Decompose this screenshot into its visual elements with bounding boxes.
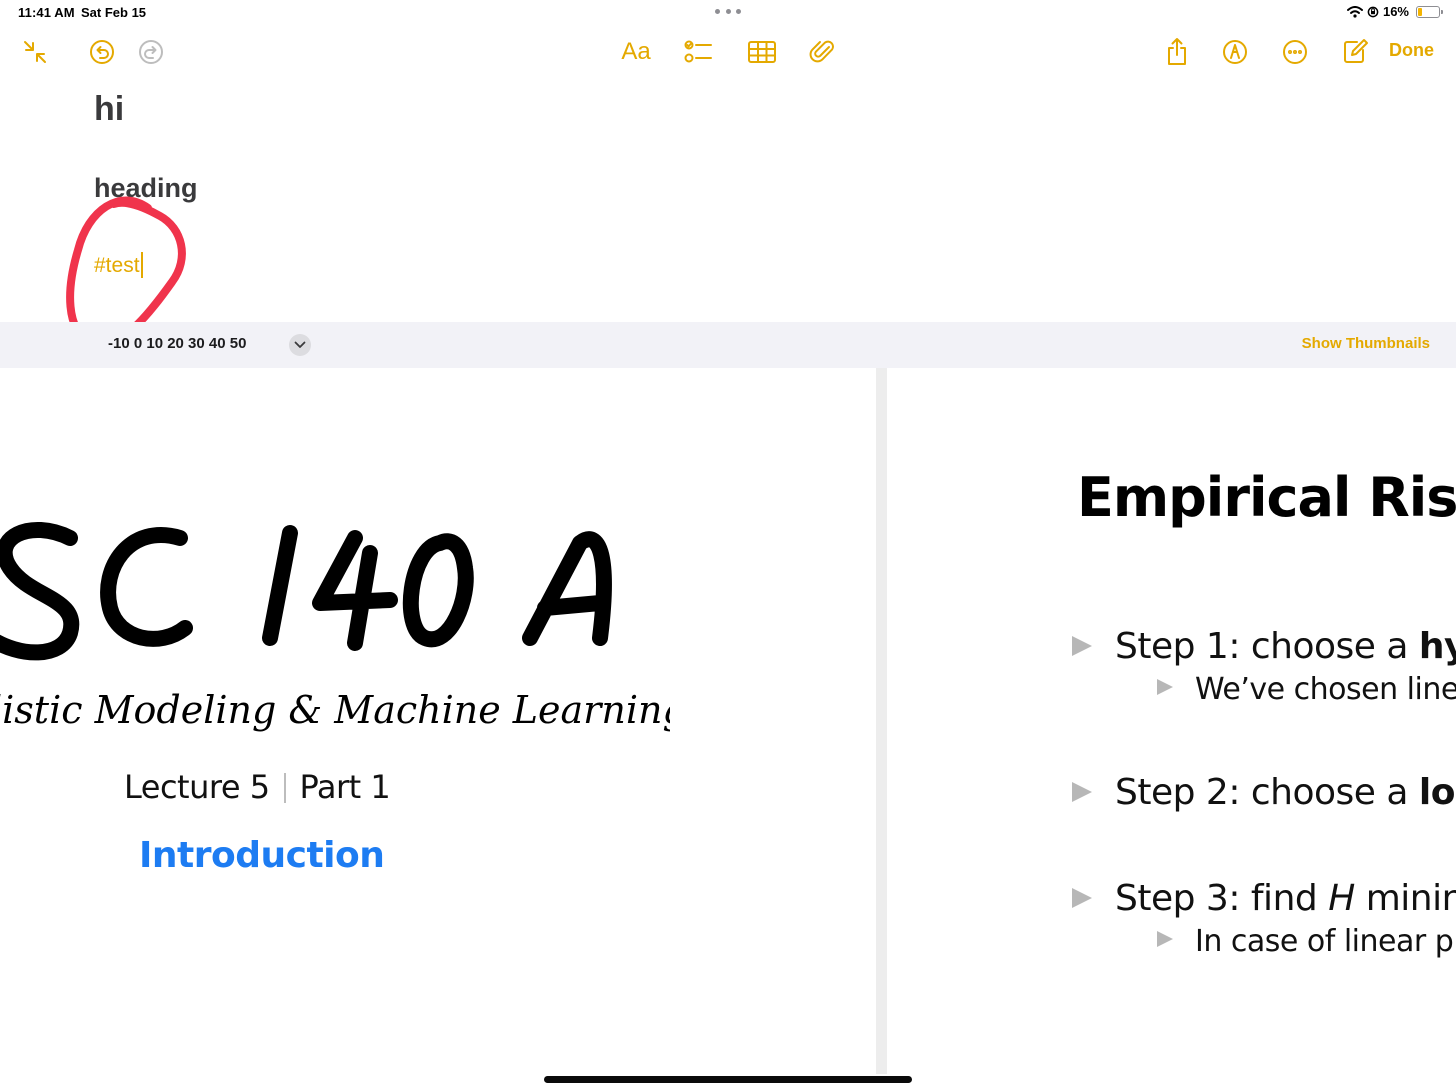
bullet-variable: H [1328,878,1355,919]
table-icon [748,41,776,63]
done-button[interactable]: Done [1389,40,1434,61]
home-indicator[interactable] [544,1076,912,1083]
status-time: 11:41 AM [18,5,75,20]
format-button[interactable]: Aa [618,34,654,70]
more-icon [1283,40,1307,64]
show-thumbnails-button[interactable]: Show Thumbnails [1302,335,1430,352]
pdf-viewer[interactable]: listic Modeling & Machine Learning Lectu… [0,368,1456,1074]
redo-button[interactable] [135,34,167,70]
status-date: Sat Feb 15 [81,5,147,20]
lecture-number: Lecture 5 [124,768,270,806]
compose-icon [1344,39,1368,63]
lecture-topic: Introduction [139,835,385,876]
note-title[interactable]: hi [94,90,124,129]
compose-button[interactable] [1340,34,1370,70]
slide-subbullet-step1: We’ve chosen line [1157,672,1456,707]
pdf-options-button[interactable] [289,334,311,356]
bullet-text: Step 1: choose a [1115,626,1419,667]
share-icon [1168,38,1186,65]
pdf-page-title-slide: listic Modeling & Machine Learning Lectu… [0,368,876,1074]
pdf-file-name[interactable]: -10 0 10 20 30 40 50 [108,335,246,352]
bullet-triangle-icon [1072,636,1092,656]
pdf-page-content-slide: Empirical Risk Step 1: choose a hy We’ve… [887,368,1456,1074]
redo-icon [139,40,163,64]
attach-button[interactable] [808,34,838,70]
slide-bullet-step3: Step 3: find H minin [1072,878,1456,919]
bullet-triangle-icon [1072,888,1092,908]
bullet-emphasis: hy [1418,626,1456,667]
lecture-part: Part 1 [299,768,391,806]
slide-bullet-step1: Step 1: choose a hy [1072,626,1456,667]
bullet-triangle-icon [1072,782,1092,802]
slide-title: Empirical Risk [1077,466,1456,529]
markup-pen-icon [1223,40,1247,64]
markup-button[interactable] [1220,34,1250,70]
lecture-label: Lecture 5 Part 1 [124,768,391,806]
paperclip-icon [809,40,834,63]
collapse-button[interactable] [20,34,50,70]
subbullet-text: In case of linear p [1195,924,1454,959]
undo-icon [90,40,114,64]
slide-subbullet-step3: In case of linear p [1157,924,1454,959]
format-label: Aa [621,38,651,65]
course-subtitle: listic Modeling & Machine Learning [0,688,670,732]
table-button[interactable] [746,34,778,70]
chevron-down-icon [294,341,306,348]
bullet-emphasis: lo [1418,772,1456,813]
subbullet-text: We’ve chosen line [1195,672,1456,707]
bullet-triangle-icon [1157,679,1173,695]
bullet-triangle-icon [1157,931,1173,947]
multitasking-menu[interactable] [715,9,741,15]
bullet-text: Step 2: choose a [1115,772,1419,813]
collapse-icon [24,41,46,63]
orientation-lock-icon [1367,6,1379,17]
course-logo-handwritten: listic Modeling & Machine Learning [0,522,670,732]
wifi-icon [1346,5,1363,18]
undo-button[interactable] [86,34,118,70]
status-indicators: 16% [1346,4,1443,19]
battery-icon [1416,5,1443,18]
more-button[interactable] [1280,34,1310,70]
bullet-text: Step 3: find [1115,878,1329,919]
lecture-separator [283,773,286,803]
checklist-button[interactable] [683,34,715,70]
bullet-text-suffix: minin [1354,878,1456,919]
slide-bullet-step2: Step 2: choose a lo [1072,772,1456,813]
share-button[interactable] [1162,34,1192,70]
checklist-icon [684,40,712,63]
battery-percent: 16% [1382,4,1409,19]
